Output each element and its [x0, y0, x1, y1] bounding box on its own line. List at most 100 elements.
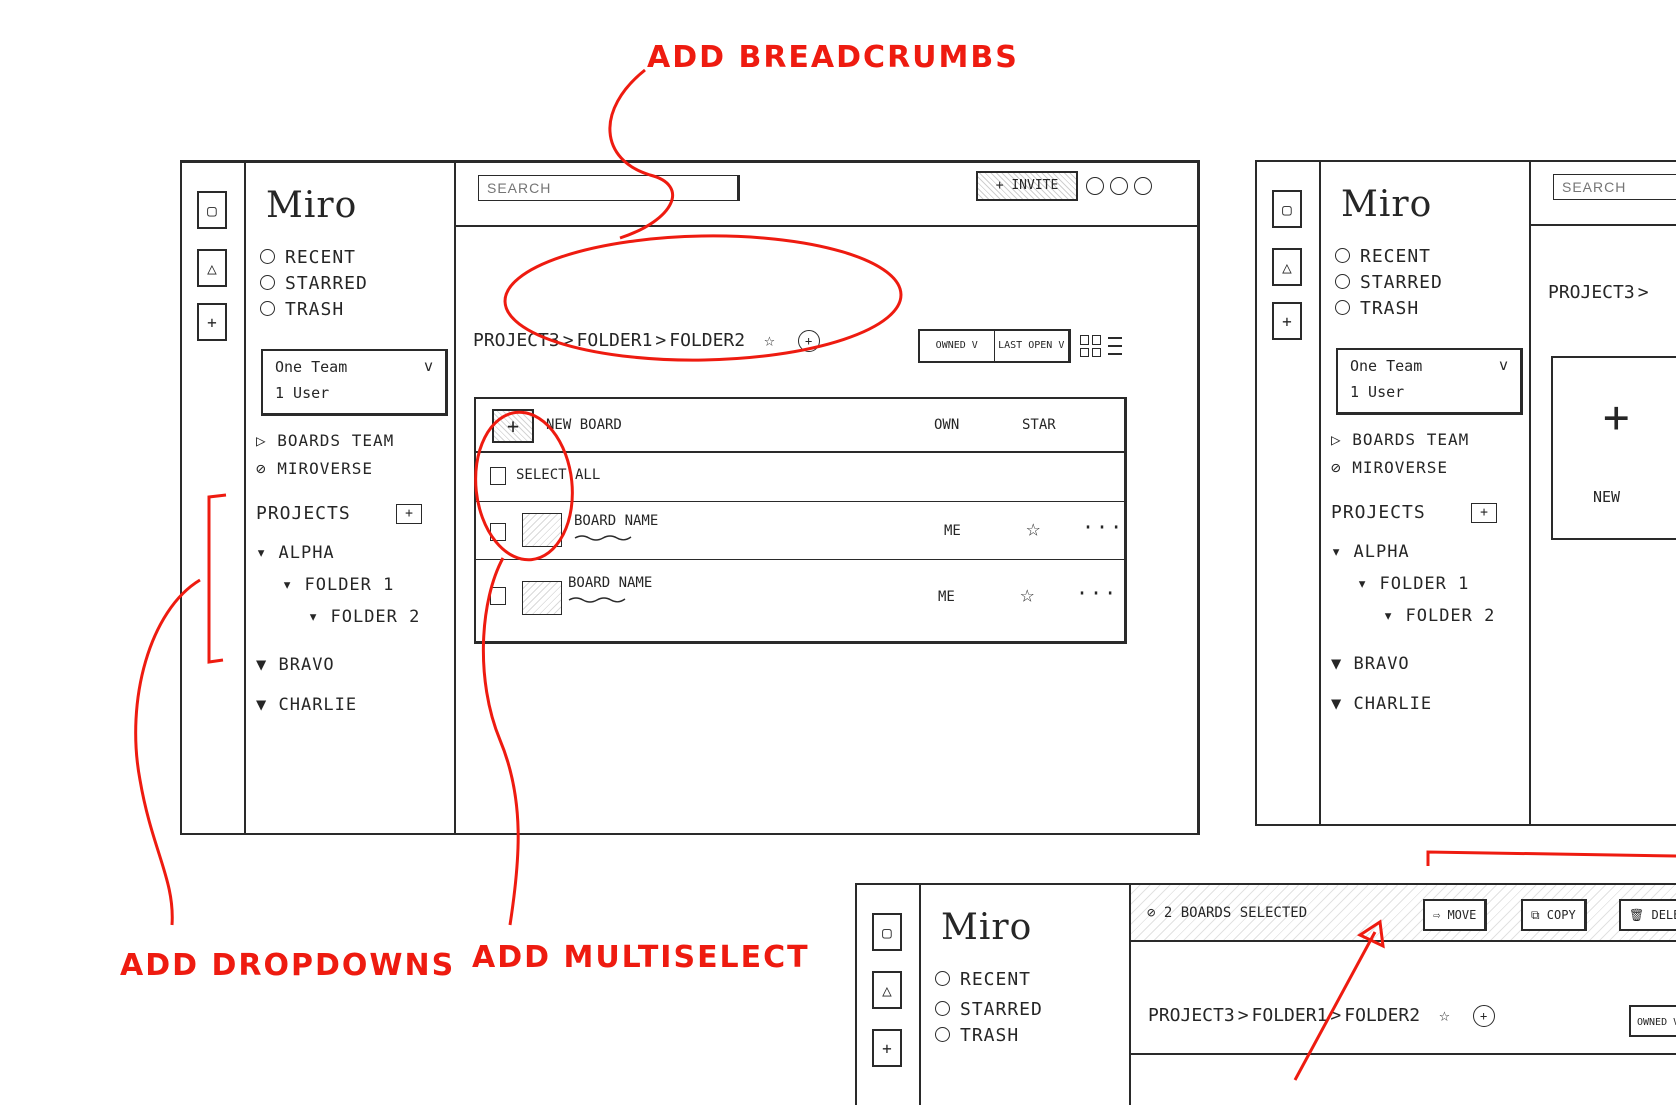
move-label: MOVE — [1447, 908, 1477, 922]
owned-filter-dropdown[interactable]: OWNED V — [920, 331, 994, 361]
wireframe-grid-view: ▢ △ + Miro RECENT STARRED TRASH One Team… — [1255, 160, 1676, 826]
team-dropdown[interactable]: One Team 1 User v — [261, 349, 448, 416]
bullet-icon — [935, 1001, 950, 1016]
tree-item-bravo[interactable]: ▼ BRAVO — [256, 655, 335, 675]
add-project-button[interactable]: + — [1471, 503, 1497, 523]
avatar[interactable] — [1110, 177, 1128, 195]
sidebar-item-boards-team[interactable]: ▷ BOARDS TEAM — [256, 431, 394, 450]
breadcrumb-project3[interactable]: PROJECT3 — [1548, 282, 1635, 303]
sidebar-item-boards-team[interactable]: ▷ BOARDS TEAM — [1331, 430, 1469, 449]
more-icon[interactable]: ··· — [1076, 581, 1118, 605]
owner-column-header[interactable]: OWN — [934, 417, 959, 433]
triangle-icon[interactable]: △ — [872, 971, 902, 1009]
star-icon[interactable]: ☆ — [1020, 582, 1034, 606]
row-checkbox[interactable] — [490, 587, 506, 605]
grid-view-icon[interactable] — [1080, 335, 1102, 357]
tree-item-folder2[interactable]: ▾ FOLDER 2 — [308, 607, 420, 627]
team-dropdown[interactable]: One Team 1 User v — [1336, 348, 1523, 415]
nav-recent-label: RECENT — [960, 969, 1032, 990]
star-column-header[interactable]: STAR — [1022, 417, 1056, 433]
wireframe-main: ▢ △ + Miro RECENT STARRED TRASH One Team… — [180, 160, 1200, 835]
selection-toolbar: ⊘ 2 BOARDS SELECTED ⇨ MOVE ⧉ COPY 🗑 DELE — [1131, 885, 1676, 942]
plus-icon[interactable]: + — [492, 409, 534, 443]
nav-starred[interactable]: STARRED — [935, 999, 1043, 1020]
folder2-label: FOLDER 2 — [330, 607, 421, 627]
breadcrumb-separator: > — [562, 330, 574, 351]
delete-button[interactable]: 🗑 DELE — [1619, 899, 1676, 931]
table-row[interactable]: BOARD NAME ME ☆ ··· — [476, 559, 1124, 637]
sidebar: Miro RECENT STARRED TRASH One Team 1 Use… — [246, 163, 456, 833]
breadcrumb: PROJECT3 > FOLDER1 > FOLDER2 ☆ + — [473, 330, 820, 352]
search-input[interactable] — [478, 175, 740, 201]
owned-filter-dropdown[interactable]: OWNED V — [1629, 1005, 1676, 1037]
select-all-checkbox[interactable] — [490, 467, 506, 485]
nav-trash[interactable]: TRASH — [260, 299, 344, 320]
breadcrumb-project3[interactable]: PROJECT3 — [473, 330, 560, 351]
tree-item-folder1[interactable]: ▾ FOLDER 1 — [1357, 574, 1469, 594]
square-icon[interactable]: ▢ — [872, 913, 902, 951]
move-button[interactable]: ⇨ MOVE — [1423, 899, 1488, 931]
avatar[interactable] — [1134, 177, 1152, 195]
divider — [1131, 1053, 1676, 1055]
invite-button[interactable]: + INVITE — [976, 171, 1078, 201]
team-users: 1 User — [275, 384, 330, 402]
triangle-icon[interactable]: △ — [1272, 248, 1302, 286]
triangle-icon[interactable]: △ — [197, 249, 227, 287]
team-name: One Team — [1350, 357, 1423, 375]
sidebar: Miro RECENT STARRED TRASH One Team 1 Use… — [1321, 162, 1531, 824]
search-input[interactable] — [1553, 174, 1676, 200]
tree-item-alpha[interactable]: ▾ ALPHA — [256, 543, 335, 563]
breadcrumb-folder2[interactable]: FOLDER2 — [669, 330, 745, 351]
avatar[interactable] — [1086, 177, 1104, 195]
selection-status: ⊘ 2 BOARDS SELECTED — [1147, 905, 1308, 921]
nav-trash[interactable]: TRASH — [1335, 298, 1419, 319]
breadcrumb-folder2[interactable]: FOLDER2 — [1344, 1005, 1420, 1026]
add-project-button[interactable]: + — [396, 504, 422, 524]
new-board-card[interactable]: + NEW — [1551, 356, 1676, 540]
square-icon[interactable]: ▢ — [197, 191, 227, 229]
last-open-filter-dropdown[interactable]: LAST OPEN V — [993, 331, 1069, 361]
row-checkbox[interactable] — [490, 523, 506, 541]
annotation-add-multiselect: ADD MULTISELECT — [472, 940, 810, 975]
nav-starred[interactable]: STARRED — [260, 273, 368, 294]
nav-recent[interactable]: RECENT — [260, 247, 356, 268]
plus-box-icon[interactable]: + — [872, 1029, 902, 1067]
nav-recent-label: RECENT — [1360, 246, 1432, 267]
miroverse-label: MIROVERSE — [277, 459, 373, 478]
square-icon[interactable]: ▢ — [1272, 190, 1302, 228]
sidebar-item-miroverse[interactable]: ⊘ MIROVERSE — [1331, 458, 1448, 477]
tree-item-charlie[interactable]: ▼ CHARLIE — [1331, 694, 1432, 714]
breadcrumb-folder1[interactable]: FOLDER1 — [1252, 1005, 1328, 1026]
nav-trash[interactable]: TRASH — [935, 1025, 1019, 1046]
boards-team-label: BOARDS TEAM — [277, 431, 395, 450]
star-icon[interactable]: ☆ — [1026, 516, 1040, 540]
nav-recent[interactable]: RECENT — [935, 969, 1031, 990]
share-icon[interactable]: + — [797, 330, 820, 352]
breadcrumb-folder1[interactable]: FOLDER1 — [577, 330, 653, 351]
app-logo: Miro — [266, 185, 358, 226]
more-icon[interactable]: ··· — [1082, 515, 1124, 539]
bravo-label: BRAVO — [278, 655, 335, 675]
plus-box-icon[interactable]: + — [197, 303, 227, 341]
star-icon[interactable]: ☆ — [1439, 1005, 1450, 1026]
app-logo: Miro — [941, 907, 1033, 948]
breadcrumb-project3[interactable]: PROJECT3 — [1148, 1005, 1235, 1026]
nav-recent[interactable]: RECENT — [1335, 246, 1431, 267]
tree-item-folder2[interactable]: ▾ FOLDER 2 — [1383, 606, 1495, 626]
sidebar-item-miroverse[interactable]: ⊘ MIROVERSE — [256, 459, 373, 478]
plus-box-icon[interactable]: + — [1272, 302, 1302, 340]
table-row[interactable]: BOARD NAME ME ☆ ··· — [476, 501, 1124, 560]
delete-label: DELE — [1651, 908, 1676, 922]
annotation-add-breadcrumbs: ADD BREADCRUMBS — [647, 40, 1019, 75]
nav-starred[interactable]: STARRED — [1335, 272, 1443, 293]
share-icon[interactable]: + — [1472, 1005, 1495, 1027]
tree-item-alpha[interactable]: ▾ ALPHA — [1331, 542, 1410, 562]
new-board-row[interactable]: + NEW BOARD OWN STAR — [476, 399, 1124, 453]
star-icon[interactable]: ☆ — [764, 330, 775, 351]
nav-recent-label: RECENT — [285, 247, 357, 268]
tree-item-charlie[interactable]: ▼ CHARLIE — [256, 695, 357, 715]
tree-item-folder1[interactable]: ▾ FOLDER 1 — [282, 575, 394, 595]
tree-item-bravo[interactable]: ▼ BRAVO — [1331, 654, 1410, 674]
list-view-icon[interactable] — [1108, 337, 1122, 355]
copy-button[interactable]: ⧉ COPY — [1521, 899, 1587, 931]
